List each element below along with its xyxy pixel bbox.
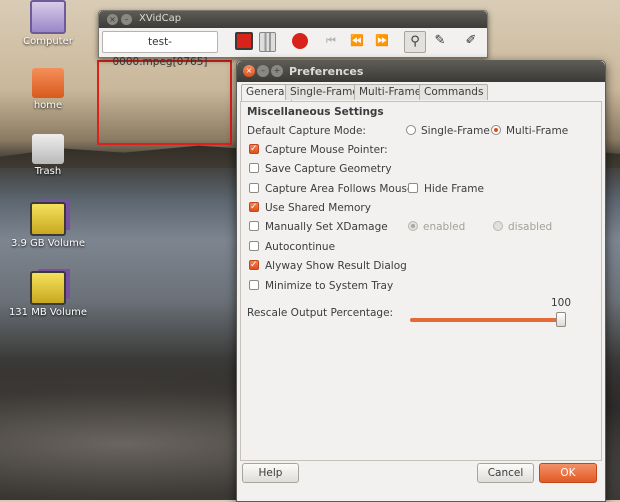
radio-button[interactable] — [491, 125, 501, 135]
section-heading: Miscellaneous Settings — [247, 106, 384, 118]
checkbox-label: Manually Set XDamage — [265, 221, 388, 233]
minimize-icon[interactable]: – — [257, 65, 269, 77]
checkbox-label: Use Shared Memory — [265, 202, 371, 214]
tab-single-frame[interactable]: Single-Frame — [285, 84, 364, 100]
general-panel: Miscellaneous Settings Default Capture M… — [240, 101, 602, 461]
checkbox[interactable] — [249, 200, 259, 214]
eyedropper-icon[interactable]: ✎ — [430, 31, 450, 51]
desktop-icon-home[interactable]: home — [3, 68, 93, 111]
checkbox[interactable] — [249, 163, 259, 173]
step-back-icon[interactable]: ⏮ — [321, 34, 341, 54]
help-button[interactable]: Help — [242, 463, 299, 483]
record-button[interactable] — [292, 33, 308, 49]
dialog-title: Preferences — [289, 65, 364, 78]
radio-label: disabled — [508, 221, 553, 233]
filename-field[interactable]: test-0000.mpeg[0765] — [102, 31, 218, 68]
xvidcap-window: × – XVidCap test-0000.mpeg[0765] ⏮ ⏪ ⏩ ⚲… — [98, 10, 488, 68]
rescale-label: Rescale Output Percentage: — [247, 307, 394, 319]
checkbox[interactable] — [249, 221, 259, 231]
preferences-titlebar[interactable]: × – + Preferences — [237, 61, 605, 82]
home-folder-icon — [32, 68, 64, 98]
radio-label: enabled — [423, 221, 466, 233]
checkbox[interactable] — [249, 280, 259, 290]
checkbox-label: Save Capture Geometry — [265, 163, 392, 175]
checkbox-label: Hide Frame — [424, 183, 484, 195]
checkbox[interactable] — [249, 241, 259, 251]
close-icon[interactable]: × — [107, 14, 118, 25]
window-title: XVidCap — [139, 13, 182, 24]
checkbox-label: Minimize to System Tray — [265, 280, 394, 292]
cancel-button[interactable]: Cancel — [477, 463, 534, 483]
checkbox[interactable] — [249, 258, 259, 272]
rescale-slider-track[interactable] — [410, 318, 562, 322]
tab-commands[interactable]: Commands — [419, 84, 489, 100]
maximize-icon[interactable]: + — [271, 65, 283, 77]
computer-icon — [30, 0, 66, 34]
radio-button[interactable] — [406, 125, 416, 135]
rewind-icon[interactable]: ⏪ — [347, 34, 367, 54]
checkbox-label: Alyway Show Result Dialog — [265, 260, 407, 272]
select-region-button[interactable]: ⚲ — [404, 31, 426, 53]
desktop-icon-volume-2[interactable]: 131 MB Volume — [3, 271, 93, 318]
checkbox[interactable] — [249, 183, 259, 193]
radio-button[interactable] — [493, 221, 503, 231]
desktop-icon-trash[interactable]: Trash — [3, 134, 93, 177]
desktop-icon-label: 3.9 GB Volume — [10, 238, 86, 249]
close-icon[interactable]: × — [243, 65, 255, 77]
trash-icon — [32, 134, 64, 164]
rescale-value: 100 — [551, 297, 572, 309]
desktop-icon-computer[interactable]: Computer — [3, 0, 93, 47]
rescale-slider-handle[interactable] — [556, 312, 566, 327]
capture-area-frame[interactable] — [97, 60, 232, 145]
desktop-icon-label: home — [33, 100, 63, 111]
ok-button[interactable]: OK — [539, 463, 597, 483]
desktop-icon-label: Computer — [23, 36, 73, 47]
forward-icon[interactable]: ⏩ — [372, 34, 392, 54]
tab-multi-frame[interactable]: Multi-Frame — [354, 84, 427, 100]
checkbox[interactable] — [249, 142, 259, 156]
stop-button[interactable] — [235, 32, 253, 50]
radio-label: Single-Frame — [421, 125, 490, 137]
checkbox-label: Autocontinue — [265, 241, 336, 253]
desktop-icon-label: Trash — [34, 166, 62, 177]
capture-mode-label: Default Capture Mode: — [247, 125, 366, 137]
checkbox[interactable] — [408, 183, 418, 193]
radio-single-frame[interactable]: Single-Frame — [406, 124, 496, 138]
checkbox-label: Capture Area Follows Mouse — [265, 183, 414, 195]
edit-icon[interactable]: ✐ — [461, 31, 481, 51]
radio-label: Multi-Frame — [506, 125, 569, 137]
radio-button[interactable] — [408, 221, 418, 231]
desktop-icon-label: 131 MB Volume — [8, 307, 88, 318]
radio-multi-frame[interactable]: Multi-Frame — [491, 124, 581, 138]
xvidcap-titlebar[interactable]: × – XVidCap — [99, 11, 487, 28]
drive-icon — [30, 202, 66, 236]
checkbox-label: Capture Mouse Pointer: — [265, 144, 388, 156]
pause-button[interactable] — [259, 32, 276, 52]
preferences-dialog: × – + Preferences General Single-Frame M… — [236, 60, 606, 502]
desktop-icon-volume-1[interactable]: 3.9 GB Volume — [3, 202, 93, 249]
drive-icon — [30, 271, 66, 305]
minimize-icon[interactable]: – — [121, 14, 132, 25]
